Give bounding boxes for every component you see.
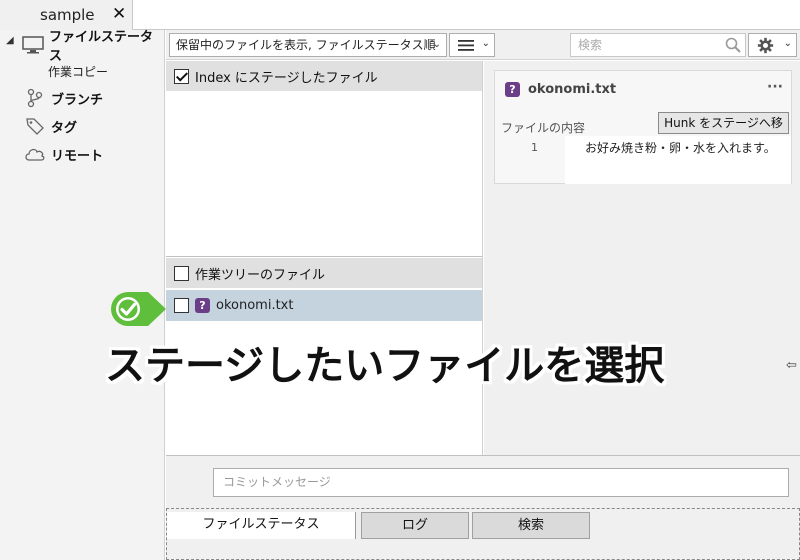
chevron-down-icon: ⌄ [432, 39, 441, 50]
staged-header-label: Index にステージしたファイル [195, 70, 378, 86]
diff-file-header: ? okonomi.txt [495, 71, 791, 107]
staged-select-all-checkbox[interactable] [174, 68, 189, 84]
line-number: 1 [531, 141, 538, 154]
sidebar-item-tag[interactable]: タグ [24, 114, 77, 138]
more-options-button[interactable]: ··· [767, 79, 783, 95]
list-icon [458, 40, 474, 51]
collapse-arrow-icon[interactable]: ◢ [6, 35, 14, 46]
sidebar-item-label: ブランチ [51, 92, 104, 108]
resize-handle-icon[interactable]: ⇦ [786, 358, 797, 373]
sidebar-item-remote[interactable]: リモート [24, 142, 103, 166]
sidebar-item-working-copy[interactable]: 作業コピー [48, 63, 108, 80]
tag-icon [24, 116, 46, 136]
working-select-all-checkbox[interactable] [174, 265, 189, 281]
working-files-header[interactable]: 作業ツリーのファイル [166, 258, 482, 288]
settings-button[interactable]: ⌄ [748, 33, 797, 57]
sidebar-item-label: リモート [51, 148, 104, 164]
diff-file-name: okonomi.txt [528, 81, 617, 97]
file-content-label: ファイルの内容 [501, 121, 586, 135]
annotation-caption: ステージしたいファイルを選択 [105, 343, 665, 389]
close-icon[interactable]: ✕ [112, 4, 126, 24]
cloud-icon [24, 144, 46, 164]
commit-placeholder: コミットメッセージ [223, 475, 331, 489]
commit-area: コミットメッセージ [166, 455, 800, 508]
file-checkbox[interactable] [174, 298, 189, 313]
search-input[interactable]: 検索 [570, 33, 746, 57]
sidebar-item-label: ファイルステータス [49, 30, 154, 64]
sidebar-item-branch[interactable]: ブランチ [24, 86, 103, 110]
chevron-down-icon: ⌄ [481, 38, 490, 49]
stage-hunk-button[interactable]: Hunk をステージへ移動 [658, 112, 789, 150]
diff-pane: ? okonomi.txt ··· ファイルの内容 Hunk をステージへ移動 … [484, 61, 800, 455]
tab-search[interactable]: 検索 [472, 512, 590, 539]
pane-splitter[interactable] [166, 256, 482, 257]
file-filter-value: 保留中のファイルを表示, ファイルステータス順 [176, 38, 436, 52]
untracked-status-icon: ? [505, 81, 520, 97]
search-icon [725, 37, 741, 53]
code-line: お好み焼き粉・卵・水を入れます。 [585, 141, 776, 155]
monitor-icon [22, 35, 44, 55]
bottom-tab-bar: ファイルステータス ログ 検索 [166, 508, 800, 560]
check-circle-icon [111, 292, 166, 326]
untracked-status-icon: ? [195, 298, 210, 313]
file-list-pane: Index にステージしたファイル 作業ツリーのファイル ? okonomi.t… [166, 61, 483, 455]
tab-file-status[interactable]: ファイルステータス [167, 512, 356, 539]
sidebar-item-file-status[interactable]: ファイルステータス [22, 30, 164, 64]
branch-icon [24, 88, 46, 108]
tab-log[interactable]: ログ [361, 512, 469, 539]
commit-message-input[interactable]: コミットメッセージ [213, 468, 789, 497]
working-header-label: 作業ツリーのファイル [195, 267, 326, 283]
toolbar: 保留中のファイルを表示, ファイルステータス順 ⌄ ⌄ 検索 ⌄ [166, 30, 800, 60]
document-tab-label: sample [40, 6, 95, 24]
staged-files-header[interactable]: Index にステージしたファイル [166, 61, 482, 91]
chevron-down-icon: ⌄ [783, 38, 792, 49]
view-mode-button[interactable]: ⌄ [449, 33, 495, 57]
search-placeholder: 検索 [578, 38, 603, 52]
sidebar-item-label: タグ [51, 120, 78, 136]
diff-card: ? okonomi.txt ··· ファイルの内容 Hunk をステージへ移動 … [494, 70, 792, 184]
file-row-okonomi[interactable]: ? okonomi.txt [166, 290, 482, 321]
gear-icon [757, 37, 774, 54]
file-name: okonomi.txt [216, 298, 294, 313]
file-filter-select[interactable]: 保留中のファイルを表示, ファイルステータス順 ⌄ [169, 33, 447, 57]
